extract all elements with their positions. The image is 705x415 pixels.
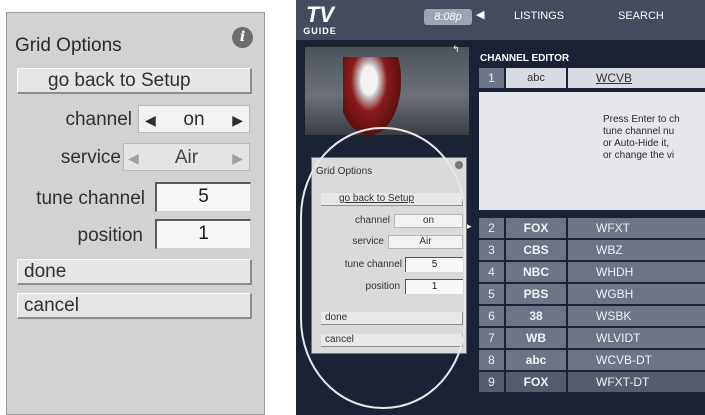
editor-network-logo: abc xyxy=(506,68,566,88)
editor-row-number: 1 xyxy=(479,68,504,88)
channel-row[interactable]: 5 PBS WGBH xyxy=(479,284,705,304)
channel-spinner[interactable]: on xyxy=(394,214,463,228)
call-sign: WGBH xyxy=(568,284,705,304)
help-line: or Auto-Hide it, xyxy=(603,138,670,149)
channel-row[interactable]: 9 FOX WFXT-DT xyxy=(479,372,705,392)
channel-row[interactable]: 6 38 WSBK xyxy=(479,306,705,326)
service-spinner[interactable]: ◀ Air ▶ xyxy=(123,143,250,171)
channel-spinner[interactable]: ◀ on ▶ xyxy=(138,105,250,133)
info-icon[interactable] xyxy=(455,161,463,169)
panel-title: Grid Options xyxy=(15,35,122,56)
picture-in-picture-video xyxy=(304,46,470,136)
channel-value: on xyxy=(183,109,205,130)
call-sign: WLVIDT xyxy=(568,328,705,348)
position-label: position xyxy=(365,281,400,292)
service-spinner[interactable]: Air xyxy=(388,235,463,249)
go-back-to-setup-button[interactable]: go back to Setup xyxy=(17,68,252,94)
info-icon[interactable]: i xyxy=(232,27,253,48)
cancel-button[interactable]: cancel xyxy=(17,293,252,319)
network-logo: PBS xyxy=(506,284,566,304)
channel-row[interactable]: 3 CBS WBZ xyxy=(479,240,705,260)
top-nav-bar: TV GUIDE 8:08p ◀ LISTINGS SEARCH xyxy=(296,0,705,40)
pointer-cursor-icon: ▸ xyxy=(467,221,472,231)
grid-options-panel-zoomed: Grid Options i go back to Setup channel … xyxy=(6,12,265,415)
done-button[interactable]: done xyxy=(321,312,463,325)
position-field[interactable]: 1 xyxy=(155,219,251,249)
channel-row[interactable]: 7 WB WLVIDT xyxy=(479,328,705,348)
service-value: Air xyxy=(174,147,199,168)
tune-channel-field[interactable]: 5 xyxy=(405,257,463,272)
help-text-panel: Press Enter to ch tune channel nu or Aut… xyxy=(479,92,705,210)
pip-resize-icon[interactable]: ↰ xyxy=(452,44,460,55)
network-logo: FOX xyxy=(506,218,566,238)
network-logo: FOX xyxy=(506,372,566,392)
arrow-right-icon[interactable]: ▶ xyxy=(232,144,243,172)
call-sign: WHDH xyxy=(568,262,705,282)
help-line: Press Enter to ch xyxy=(603,114,680,125)
channel-number: 6 xyxy=(479,306,504,326)
tune-channel-field[interactable]: 5 xyxy=(155,182,251,212)
call-sign: WCVB-DT xyxy=(568,350,705,370)
network-logo: abc xyxy=(506,350,566,370)
video-frame-image xyxy=(343,57,401,135)
position-label: position xyxy=(77,225,144,246)
service-label: service xyxy=(352,236,384,247)
call-sign: WSBK xyxy=(568,306,705,326)
network-logo: NBC xyxy=(506,262,566,282)
done-button[interactable]: done xyxy=(17,259,252,285)
position-field[interactable]: 1 xyxy=(405,279,463,294)
tv-guide-screen: TV GUIDE 8:08p ◀ LISTINGS SEARCH ↰ CHANN… xyxy=(296,0,705,415)
call-sign: WFXT-DT xyxy=(568,372,705,392)
tv-guide-logo: TV GUIDE xyxy=(303,2,337,37)
editor-call-sign[interactable]: WCVB xyxy=(568,68,705,88)
channel-label: channel xyxy=(65,109,132,130)
arrow-right-icon[interactable]: ▶ xyxy=(232,106,243,134)
channel-row[interactable]: 4 NBC WHDH xyxy=(479,262,705,282)
channel-number: 2 xyxy=(479,218,504,238)
clock-display: 8:08p xyxy=(424,9,472,25)
network-logo: CBS xyxy=(506,240,566,260)
network-logo: WB xyxy=(506,328,566,348)
channel-number: 5 xyxy=(479,284,504,304)
channel-number: 9 xyxy=(479,372,504,392)
call-sign: WBZ xyxy=(568,240,705,260)
popup-title: Grid Options xyxy=(316,166,373,177)
channel-number: 7 xyxy=(479,328,504,348)
service-label: service xyxy=(60,147,121,168)
arrow-left-icon[interactable]: ◀ xyxy=(128,144,139,172)
arrow-left-icon[interactable]: ◀ xyxy=(145,106,156,134)
help-line: or change the vi xyxy=(603,150,675,161)
grid-options-popup: Grid Options go back to Setup channel on… xyxy=(311,157,467,354)
channel-row[interactable]: 2 FOX WFXT xyxy=(479,218,705,238)
network-logo: 38 xyxy=(506,306,566,326)
channel-number: 8 xyxy=(479,350,504,370)
call-sign: WFXT xyxy=(568,218,705,238)
go-back-to-setup-button[interactable]: go back to Setup xyxy=(321,193,463,206)
nav-left-arrow-icon[interactable]: ◀ xyxy=(476,8,484,21)
help-line: tune channel nu xyxy=(603,126,675,137)
tab-search[interactable]: SEARCH xyxy=(618,10,664,22)
channel-number: 4 xyxy=(479,262,504,282)
channel-editor-title: CHANNEL EDITOR xyxy=(480,53,570,64)
channel-row[interactable]: 8 abc WCVB-DT xyxy=(479,350,705,370)
cancel-button[interactable]: cancel xyxy=(321,334,463,347)
channel-number: 3 xyxy=(479,240,504,260)
tab-listings[interactable]: LISTINGS xyxy=(514,10,564,22)
tune-channel-label: tune channel xyxy=(36,188,145,209)
tune-channel-label: tune channel xyxy=(344,259,402,270)
channel-label: channel xyxy=(354,215,390,226)
